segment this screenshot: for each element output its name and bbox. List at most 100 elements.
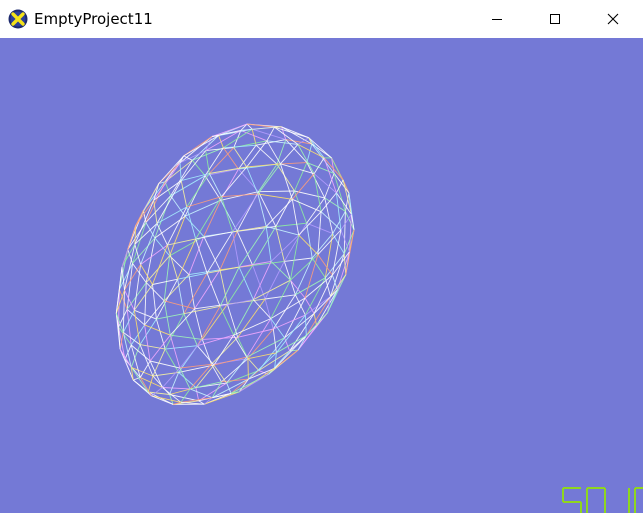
- close-icon: [607, 10, 619, 29]
- mesh-edge: [164, 300, 195, 310]
- mesh-edge: [164, 313, 185, 350]
- mesh-edge: [265, 294, 296, 300]
- mesh-edge: [194, 308, 203, 340]
- mesh-edges: [115, 123, 355, 405]
- wireframe-geosphere: [115, 123, 355, 405]
- maximize-icon: [549, 10, 561, 29]
- mesh-edge: [294, 294, 306, 316]
- mesh-edge: [317, 254, 333, 276]
- close-button[interactable]: [584, 0, 642, 38]
- mesh-edge: [343, 211, 346, 254]
- mesh-edge: [252, 226, 277, 266]
- mesh-edge: [227, 265, 254, 305]
- mesh-edge: [257, 191, 277, 227]
- mesh-edge: [275, 222, 307, 227]
- render-viewport[interactable]: [0, 38, 643, 513]
- mesh-edge: [169, 335, 181, 369]
- window-title: EmptyProject11: [34, 10, 153, 28]
- maximize-button[interactable]: [526, 0, 584, 38]
- mesh-edge: [272, 328, 277, 353]
- mesh-edge: [220, 196, 234, 232]
- mesh-edge: [265, 226, 272, 262]
- mesh-edge: [149, 334, 171, 362]
- mesh-edge: [151, 387, 163, 397]
- mesh-edge: [145, 282, 165, 302]
- mesh-edge: [167, 238, 196, 246]
- mesh-edge: [164, 348, 179, 373]
- mesh-edge: [149, 360, 181, 369]
- mesh-edge: [155, 318, 166, 350]
- mesh-edge: [153, 162, 181, 201]
- mesh-edge: [247, 358, 249, 380]
- mesh-edge: [147, 375, 154, 393]
- mesh-edge: [305, 296, 331, 336]
- minimize-button[interactable]: [468, 0, 526, 38]
- mesh-edge: [153, 180, 182, 201]
- mesh-edge: [294, 190, 308, 224]
- mesh-edge: [292, 198, 322, 213]
- fps-digit: [586, 487, 606, 513]
- mesh-edge: [189, 388, 213, 399]
- mesh-edge: [169, 372, 180, 395]
- mesh-edge: [195, 238, 208, 274]
- fps-digit: [562, 487, 582, 513]
- mesh-edge: [204, 175, 222, 201]
- mesh-edge: [154, 237, 170, 257]
- minimize-icon: [491, 10, 503, 29]
- mesh-edge: [179, 162, 182, 181]
- mesh-edge: [246, 356, 260, 371]
- mesh-edge: [207, 266, 240, 274]
- mesh-edge: [232, 225, 267, 233]
- mesh-edge: [130, 324, 145, 346]
- fps-counter: [562, 487, 643, 513]
- mesh-edge: [294, 162, 308, 192]
- mesh-edge: [219, 231, 238, 270]
- fps-digit: [634, 487, 643, 513]
- mesh-edge: [255, 144, 278, 165]
- mesh-edge: [130, 344, 151, 362]
- mesh-edge: [139, 360, 151, 378]
- mesh-edge: [304, 315, 307, 336]
- mesh-edge: [237, 337, 249, 359]
- mesh-edge: [276, 163, 295, 192]
- mesh-edge: [156, 313, 184, 320]
- mesh-edge: [304, 297, 315, 314]
- mesh-edge: [195, 387, 200, 401]
- mesh-edge: [266, 140, 281, 165]
- mesh-edge: [184, 199, 221, 217]
- mesh-edge: [240, 126, 275, 131]
- mesh-edge: [153, 200, 158, 224]
- mesh-edge: [206, 231, 233, 274]
- mesh-edge: [177, 238, 197, 280]
- mesh-edge: [291, 173, 315, 200]
- mesh-edge: [220, 200, 238, 232]
- mesh-edge: [144, 324, 171, 336]
- mesh-edge: [118, 309, 128, 328]
- mesh-edge: [330, 274, 347, 297]
- mesh-edge: [252, 128, 286, 141]
- mesh-edge: [169, 255, 190, 275]
- mesh-edge: [191, 160, 206, 176]
- mesh-edge: [179, 339, 203, 369]
- mesh-edge: [170, 195, 186, 217]
- mesh-edge: [324, 253, 345, 279]
- mesh-edge: [284, 257, 313, 262]
- mesh-edge: [232, 231, 240, 268]
- mesh-edge: [305, 312, 328, 337]
- mesh-edge: [239, 260, 272, 268]
- mesh-edge: [124, 244, 136, 291]
- mesh-edge: [233, 334, 248, 358]
- mesh-edge: [152, 278, 178, 285]
- mesh-edge: [257, 163, 281, 195]
- mesh-edge: [265, 198, 293, 227]
- title-bar[interactable]: EmptyProject11: [0, 0, 643, 38]
- mesh-edge: [162, 387, 191, 390]
- mesh-edge: [180, 180, 188, 208]
- mesh-edge: [283, 222, 307, 262]
- mesh-edge: [279, 163, 293, 200]
- directx-x-icon: [8, 9, 28, 29]
- mesh-edge: [284, 337, 291, 352]
- mesh-edge: [223, 144, 257, 149]
- mesh-edge: [177, 279, 185, 314]
- mesh-edge: [257, 193, 293, 200]
